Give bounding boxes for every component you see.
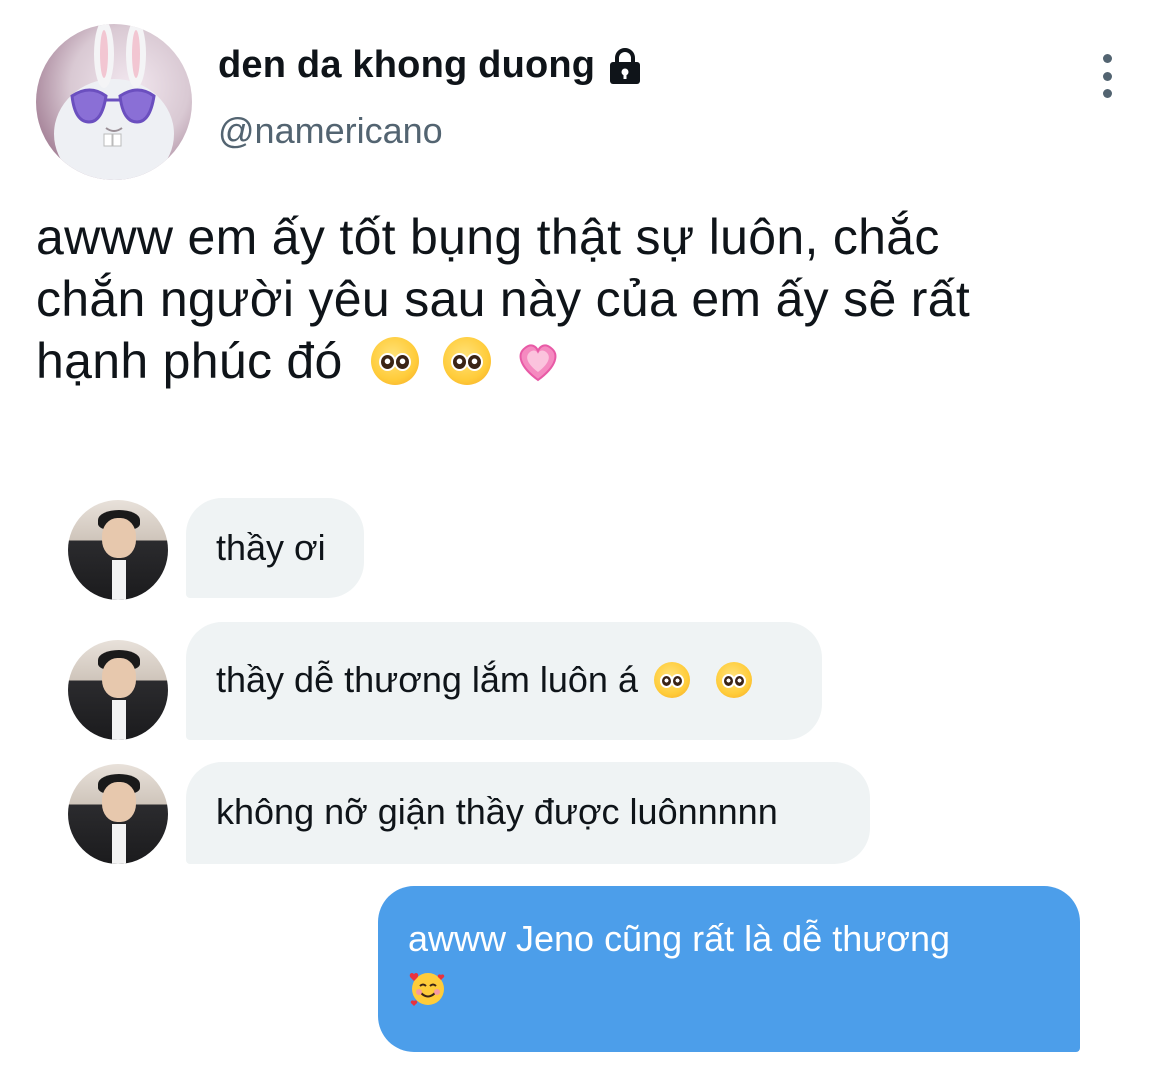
more-dot-icon (1102, 54, 1112, 63)
incoming-message-bubble: thầy ơi (186, 498, 364, 598)
sender-avatar[interactable] (68, 640, 168, 740)
pleading-face-icon (716, 662, 752, 699)
message-text: thầy dễ thương lắm luôn á (216, 659, 638, 700)
more-dot-icon (1102, 89, 1112, 98)
more-dot-icon (1102, 71, 1112, 81)
display-name[interactable]: den da khong duong (218, 44, 645, 87)
message-text: awww Jeno cũng rất là dễ thương (408, 918, 951, 959)
smiling-face-with-hearts-icon (409, 972, 445, 1006)
message-text: không nỡ giận thầy được luônnnnn (216, 791, 778, 832)
growing-heart-icon (519, 344, 557, 382)
message-text: thầy ơi (216, 527, 326, 568)
pleading-face-icon (653, 662, 690, 699)
tweet-text-line: awww em ấy tốt bụng thật sự luôn, chắc (36, 209, 940, 265)
profile-avatar[interactable] (36, 24, 192, 180)
user-handle[interactable]: @namericano (218, 110, 443, 152)
tweet-text-line-content: hạnh phúc đó (36, 333, 343, 389)
incoming-message-bubble: thầy dễ thương lắm luôn á (186, 622, 822, 740)
outgoing-message-bubble: awww Jeno cũng rất là dễ thương (378, 886, 1080, 1052)
pleading-face-icon (443, 336, 492, 385)
tweet-text-line: chắn người yêu sau này của em ấy sẽ rất (36, 271, 971, 327)
incoming-message-bubble: không nỡ giận thầy được luônnnnn (186, 762, 870, 864)
sender-avatar[interactable] (68, 500, 168, 600)
tweet-text-line: hạnh phúc đó (36, 330, 1116, 392)
tweet-text: awww em ấy tốt bụng thật sự luôn, chắc c… (36, 206, 1116, 392)
sender-avatar[interactable] (68, 764, 168, 864)
display-name-text: den da khong duong (218, 44, 596, 86)
more-options-button[interactable] (1092, 54, 1122, 98)
bunny-avatar-image (54, 24, 174, 180)
pleading-face-icon (370, 336, 419, 385)
lock-icon (610, 47, 641, 84)
